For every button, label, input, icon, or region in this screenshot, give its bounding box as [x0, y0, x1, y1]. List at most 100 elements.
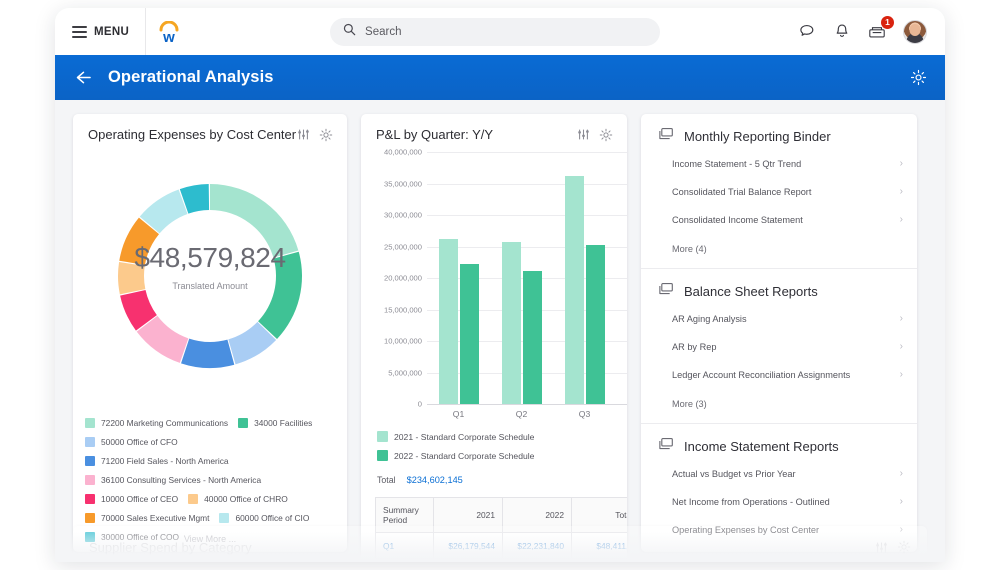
panel-section-header: Income Statement Reports — [641, 437, 917, 460]
donut-legend-item[interactable]: 34000 Facilities — [238, 418, 312, 428]
bar[interactable] — [565, 176, 584, 404]
panel-item[interactable]: Ledger Account Reconciliation Assignment… — [641, 361, 917, 389]
chat-icon[interactable] — [798, 23, 816, 41]
bar[interactable] — [586, 245, 605, 404]
binder-icon — [658, 437, 674, 456]
donut-legend-item[interactable]: 40000 Office of CHRO — [188, 494, 288, 504]
donut-total-amount: $48,579,824 — [73, 242, 347, 274]
panel-item[interactable]: Consolidated Income Statement› — [641, 206, 917, 234]
bar[interactable] — [502, 242, 521, 404]
gear-icon[interactable] — [897, 540, 911, 554]
panel-section-header: Balance Sheet Reports — [641, 282, 917, 305]
donut-legend-item[interactable]: 36100 Consulting Services - North Americ… — [85, 475, 261, 485]
donut-slice[interactable] — [181, 339, 234, 368]
binder-icon — [658, 127, 674, 146]
bell-icon[interactable] — [833, 23, 851, 41]
workday-logo-icon[interactable]: w — [146, 8, 192, 55]
bar-legend-item[interactable]: 2022 - Standard Corporate Schedule — [377, 450, 617, 461]
y-axis-tick-label: 40,000,000 — [384, 148, 427, 157]
legend-swatch — [85, 456, 95, 466]
panel-item-label: Net Income from Operations - Outlined — [672, 497, 830, 507]
card-supplier-spend[interactable]: Supplier Spend by Category — [73, 526, 927, 562]
reports-panel: Monthly Reporting Binder Income Statement… — [641, 114, 917, 552]
legend-label: 10000 Office of CEO — [101, 494, 178, 504]
bar-chart-x-axis: Q1Q2Q3Q4 — [427, 409, 627, 419]
inbox-icon[interactable]: 1 — [868, 23, 886, 41]
arrow-left-icon[interactable] — [75, 70, 92, 85]
legend-swatch — [85, 437, 95, 447]
card-title: Operating Expenses by Cost Center — [88, 127, 296, 142]
donut-legend-item[interactable]: 60000 Office of CIO — [219, 513, 309, 523]
panel-more-link[interactable]: More (3) — [641, 389, 917, 415]
legend-swatch — [85, 513, 95, 523]
panel-item[interactable]: Net Income from Operations - Outlined› — [641, 488, 917, 516]
total-value[interactable]: $234,602,145 — [407, 475, 463, 485]
panel-item-label: Consolidated Trial Balance Report — [672, 187, 811, 197]
y-axis-tick-label: 15,000,000 — [384, 305, 427, 314]
app-window: MENU w Search — [55, 8, 945, 562]
chevron-right-icon: › — [900, 314, 903, 324]
bar-chart-legend: 2021 - Standard Corporate Schedule 2022 -… — [361, 419, 627, 461]
filter-icon[interactable] — [875, 541, 888, 554]
gear-icon[interactable] — [319, 128, 333, 142]
bar[interactable] — [460, 264, 479, 404]
bar[interactable] — [523, 271, 542, 404]
panel-item[interactable]: AR Aging Analysis› — [641, 305, 917, 333]
gear-icon[interactable] — [599, 128, 613, 142]
panel-section-title: Monthly Reporting Binder — [684, 129, 831, 144]
filter-icon[interactable] — [577, 128, 590, 141]
panel-item-label: Income Statement - 5 Qtr Trend — [672, 159, 801, 169]
legend-swatch — [85, 475, 95, 485]
card-pl-by-quarter: P&L by Quarter: Y/Y 05,000,00010,000,000… — [361, 114, 627, 562]
legend-label: 40000 Office of CHRO — [204, 494, 288, 504]
search-icon — [343, 23, 356, 41]
panel-section-title: Balance Sheet Reports — [684, 284, 818, 299]
panel-item[interactable]: AR by Rep › — [641, 333, 917, 361]
y-axis-tick-label: 5,000,000 — [388, 368, 427, 377]
chevron-right-icon: › — [900, 159, 903, 169]
x-axis-tick-label: Q1 — [427, 409, 490, 419]
panel-item[interactable]: Consolidated Trial Balance Report › — [641, 178, 917, 206]
donut-legend-item[interactable]: 72200 Marketing Communications — [85, 418, 228, 428]
chevron-right-icon: › — [900, 215, 903, 225]
legend-swatch — [238, 418, 248, 428]
card-header: Operating Expenses by Cost Center — [73, 114, 347, 150]
search-input[interactable]: Search — [330, 18, 660, 46]
panel-more-link[interactable]: More (4) — [641, 234, 917, 260]
y-axis-tick-label: 0 — [418, 400, 427, 409]
panel-item[interactable]: Income Statement - 5 Qtr Trend › — [641, 150, 917, 178]
donut-legend-item[interactable]: 50000 Office of CFO — [85, 437, 178, 447]
total-label: Total — [377, 475, 396, 485]
x-axis-tick-label: Q3 — [553, 409, 616, 419]
card-tools — [297, 128, 333, 142]
card-tools — [875, 540, 911, 554]
bar[interactable] — [439, 239, 458, 404]
donut-legend-item[interactable]: 70000 Sales Executive Mgmt — [85, 513, 209, 523]
bar-group — [553, 152, 616, 404]
legend-label: 72200 Marketing Communications — [101, 418, 228, 428]
y-axis-tick-label: 30,000,000 — [384, 211, 427, 220]
gear-icon[interactable] — [910, 69, 927, 86]
chevron-right-icon: › — [900, 187, 903, 197]
legend-swatch — [377, 450, 388, 461]
chevron-right-icon: › — [900, 342, 903, 352]
y-axis-tick-label: 25,000,000 — [384, 242, 427, 251]
bar-legend-item[interactable]: 2021 - Standard Corporate Schedule — [377, 431, 617, 442]
inbox-badge: 1 — [881, 16, 894, 29]
donut-legend-item[interactable]: 10000 Office of CEO — [85, 494, 178, 504]
avatar[interactable] — [903, 20, 927, 44]
donut-legend-item[interactable]: 71200 Field Sales - North America — [85, 456, 229, 466]
panel-section: Monthly Reporting Binder Income Statement… — [641, 114, 917, 269]
legend-swatch — [188, 494, 198, 504]
panel-item[interactable]: Actual vs Budget vs Prior Year› — [641, 460, 917, 488]
panel-section-title: Income Statement Reports — [684, 439, 839, 454]
menu-button[interactable]: MENU — [55, 8, 146, 55]
panel-item-label: AR by Rep — [672, 342, 716, 352]
filter-icon[interactable] — [297, 128, 310, 141]
donut-chart: $48,579,824 Translated Amount — [73, 150, 347, 412]
hamburger-icon — [72, 26, 87, 38]
legend-swatch — [85, 418, 95, 428]
panel-section: Balance Sheet ReportsAR Aging Analysis›A… — [641, 269, 917, 424]
grid-line — [427, 404, 627, 405]
legend-label: 71200 Field Sales - North America — [101, 456, 229, 466]
